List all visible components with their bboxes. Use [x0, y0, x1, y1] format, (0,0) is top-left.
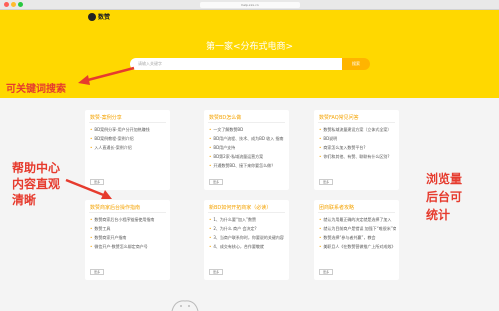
- card-link[interactable]: 数赞商家后台小程序链接使用指南: [90, 215, 167, 224]
- help-card: 数赞BD怎么做 一文了解数赞BD BD用户流程、技术、成为BD 收入 指南 BD…: [204, 110, 289, 190]
- stats-annotation-line: 后台可: [426, 190, 463, 204]
- card-link[interactable]: 就认为目前商户是错误 加强下“唯很米”商户: [319, 224, 396, 233]
- card-title[interactable]: 数赞BD怎么做: [209, 114, 241, 121]
- card-link[interactable]: BD用户支持: [209, 143, 286, 152]
- mascot-illustration: [171, 300, 199, 311]
- card-list: 就认为用最正确的决定就是选择了加入 就认为目前商户是错误 加强下“唯很米”商户 …: [319, 215, 396, 251]
- minimize-window-icon[interactable]: [11, 2, 16, 7]
- card-link[interactable]: 你们和其他、有赞、联联有什么区别?: [319, 152, 396, 161]
- card-link[interactable]: 美职且人《在数赞营做推广上所对成效》: [319, 242, 396, 251]
- site-header: 数赞: [0, 10, 499, 23]
- search-annotation: 可关键词搜索: [6, 84, 66, 95]
- card-list: 一文了解数赞BD BD用户流程、技术、成为BD 收入 指南 BD用户支持 BD第…: [209, 125, 286, 170]
- arrow-icon: [78, 66, 135, 85]
- card-title[interactable]: 数赞-案例分享: [90, 114, 122, 121]
- card-link[interactable]: BD用户流程、技术、成为BD 收入 指南: [209, 134, 286, 143]
- card-link[interactable]: 入人直通长-案例介绍: [90, 143, 167, 152]
- card-link[interactable]: BD案例分享-用户分开加热赚钱: [90, 125, 167, 134]
- card-title[interactable]: 数赞FAQ常见问答: [319, 114, 359, 121]
- card-link[interactable]: 1、为什么要“加入”数赞: [209, 215, 286, 224]
- site-logo[interactable]: 数赞: [88, 12, 110, 21]
- help-card: 新BD如何开拓商家（必读） 1、为什么要“加入”数赞 2、为什么 商户 会决定?…: [204, 200, 289, 280]
- help-card: 团商联系者攻略 就认为用最正确的决定就是选择了加入 就认为目前商户是错误 加强下…: [314, 200, 399, 280]
- arrow-icon: [65, 178, 112, 199]
- card-link[interactable]: BD说明: [319, 134, 396, 143]
- more-button[interactable]: 更多: [209, 179, 223, 185]
- more-button[interactable]: 更多: [319, 179, 333, 185]
- help-annotation: 帮助中心 内容直观 清晰: [12, 160, 60, 208]
- maximize-window-icon[interactable]: [18, 2, 23, 7]
- help-card: 数赞FAQ常见问答 数赞私域流量建设方案（立体式全案） BD说明 商家怎么加入数…: [314, 110, 399, 190]
- search-input[interactable]: 请输入关键字: [130, 58, 342, 70]
- card-link[interactable]: 4、成交有核心，合作要敬就: [209, 242, 286, 251]
- card-link[interactable]: BD第2家-私域流量运营方案: [209, 152, 286, 161]
- card-link[interactable]: BD案例教程-案例介绍: [90, 134, 167, 143]
- card-link[interactable]: 就认为用最正确的决定就是选择了加入: [319, 215, 396, 224]
- card-link[interactable]: 数赞工具: [90, 224, 167, 233]
- stats-annotation: 浏览量 后台可 统计: [426, 170, 462, 224]
- card-title[interactable]: 新BD如何开拓商家（必读）: [209, 204, 271, 211]
- card-list: 1、为什么要“加入”数赞 2、为什么 商户 会决定? 3、当商户联系你时，你要说…: [209, 215, 286, 251]
- more-button[interactable]: 更多: [319, 269, 333, 275]
- help-content-area: 数赞-案例分享 BD案例分享-用户分开加热赚钱 BD案例教程-案例介绍 入人直通…: [0, 98, 499, 311]
- hero-banner: 第一家<分布式电商> 请输入关键字 搜索: [0, 23, 499, 98]
- divider: [318, 122, 395, 123]
- card-link[interactable]: 商家怎么加入数赞平台?: [319, 143, 396, 152]
- address-bar[interactable]: help.xxx.cn: [200, 2, 300, 8]
- card-title[interactable]: 团商联系者攻略: [319, 204, 354, 211]
- divider: [89, 212, 166, 213]
- card-link[interactable]: 数赞选择“参与者共赢”，教会: [319, 233, 396, 242]
- divider: [208, 212, 285, 213]
- help-annotation-line: 清晰: [12, 193, 37, 207]
- card-link[interactable]: 微信开户-数赞怎么绑定商户号: [90, 242, 167, 251]
- search-button[interactable]: 搜索: [342, 58, 370, 70]
- stats-annotation-line: 浏览量: [426, 172, 463, 186]
- more-button[interactable]: 更多: [209, 269, 223, 275]
- divider: [208, 122, 285, 123]
- card-list: BD案例分享-用户分开加热赚钱 BD案例教程-案例介绍 入人直通长-案例介绍: [90, 125, 167, 152]
- stats-annotation-line: 统计: [426, 208, 451, 222]
- help-annotation-line: 内容直观: [12, 177, 61, 191]
- card-link[interactable]: 一文了解数赞BD: [209, 125, 286, 134]
- logo-icon: [88, 12, 96, 21]
- browser-chrome: help.xxx.cn: [0, 0, 499, 10]
- card-title[interactable]: 数赞商家后台操作指南: [90, 204, 140, 211]
- divider: [89, 122, 166, 123]
- card-link[interactable]: 3、当商户联系你时，你要说的关键内容: [209, 233, 286, 242]
- logo-text: 数赞: [98, 14, 111, 21]
- more-button[interactable]: 更多: [90, 269, 104, 275]
- help-card: 数赞商家后台操作指南 数赞商家后台小程序链接使用指南 数赞工具 数赞商家开户指南…: [85, 200, 170, 280]
- card-link[interactable]: 数赞商家开户指南: [90, 233, 167, 242]
- card-list: 数赞商家后台小程序链接使用指南 数赞工具 数赞商家开户指南 微信开户-数赞怎么绑…: [90, 215, 167, 251]
- card-link[interactable]: 开通数赞BD、接下来你要怎么做？: [209, 161, 286, 170]
- card-link[interactable]: 2、为什么 商户 会决定?: [209, 224, 286, 233]
- card-list: 数赞私域流量建设方案（立体式全案） BD说明 商家怎么加入数赞平台? 你们和其他…: [319, 125, 396, 161]
- hero-title: 第一家<分布式电商>: [205, 42, 294, 52]
- divider: [318, 212, 395, 213]
- help-annotation-line: 帮助中心: [12, 161, 61, 175]
- card-link[interactable]: 数赞私域流量建设方案（立体式全案）: [319, 125, 396, 134]
- close-window-icon[interactable]: [4, 2, 9, 7]
